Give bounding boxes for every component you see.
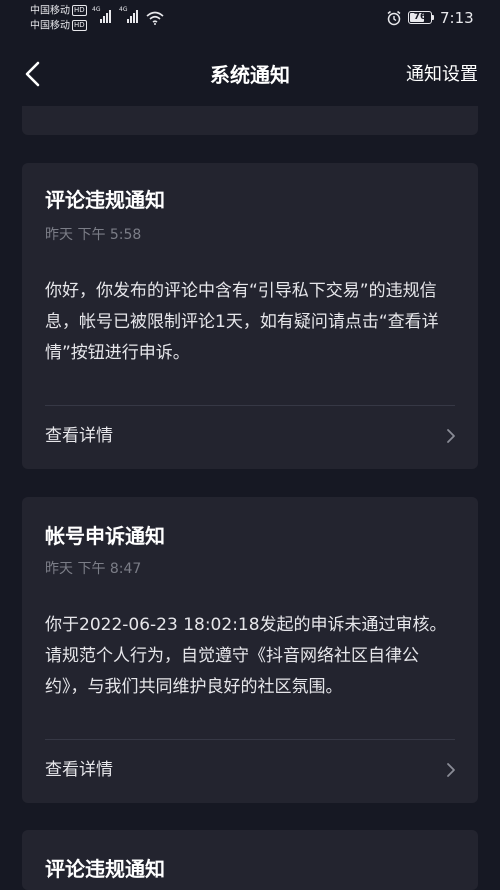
- notification-title: 帐号申诉通知: [45, 524, 165, 548]
- notification-card-previous: [22, 106, 478, 135]
- view-details-link[interactable]: 查看详情: [45, 759, 113, 781]
- notification-title: 评论违规通知: [45, 857, 165, 881]
- notification-settings-button[interactable]: 通知设置: [406, 63, 478, 87]
- hd-badge: HD: [72, 5, 87, 16]
- network-1-label: 4G: [92, 6, 101, 13]
- notification-time: 昨天 下午 8:47: [45, 561, 142, 577]
- signal-2-icon: 4G: [119, 6, 141, 23]
- network-2-label: 4G: [119, 6, 128, 13]
- chevron-right-icon[interactable]: [444, 762, 458, 778]
- carrier-1-label: 中国移动: [30, 5, 70, 17]
- notification-body: 你好，你发布的评论中含有“引导私下交易”的违规信息，帐号已被限制评论1天，如有疑…: [45, 281, 439, 363]
- nav-bar: 系统通知 通知设置: [0, 48, 500, 102]
- card-divider: [45, 405, 455, 406]
- signal-1-icon: 4G: [92, 6, 114, 23]
- notification-card: 评论违规通知: [22, 830, 478, 890]
- status-bar: 中国移动 HD 中国移动 HD 4G 4G 76 7:13: [0, 0, 500, 36]
- notification-title: 评论违规通知: [45, 188, 165, 212]
- wifi-icon: [146, 11, 164, 25]
- alarm-icon: [387, 10, 401, 26]
- chevron-right-icon[interactable]: [444, 428, 458, 444]
- hd-badge: HD: [72, 20, 87, 31]
- carrier-1: 中国移动 HD: [30, 5, 87, 18]
- status-time: 7:13: [440, 9, 474, 27]
- battery-icon: 76: [408, 11, 432, 24]
- notification-card: 评论违规通知 昨天 下午 5:58 你好，你发布的评论中含有“引导私下交易”的违…: [22, 163, 478, 469]
- card-divider: [45, 739, 455, 740]
- battery-level: 76: [413, 12, 427, 22]
- notification-card: 帐号申诉通知 昨天 下午 8:47 你于2022-06-23 18:02:18发…: [22, 497, 478, 803]
- carrier-2-label: 中国移动: [30, 20, 70, 32]
- notification-body: 你于2022-06-23 18:02:18发起的申诉未通过审核。请规范个人行为，…: [45, 615, 447, 697]
- notification-time: 昨天 下午 5:58: [45, 227, 142, 243]
- carrier-2: 中国移动 HD: [30, 20, 87, 33]
- battery-tip: [432, 15, 434, 20]
- view-details-link[interactable]: 查看详情: [45, 425, 113, 447]
